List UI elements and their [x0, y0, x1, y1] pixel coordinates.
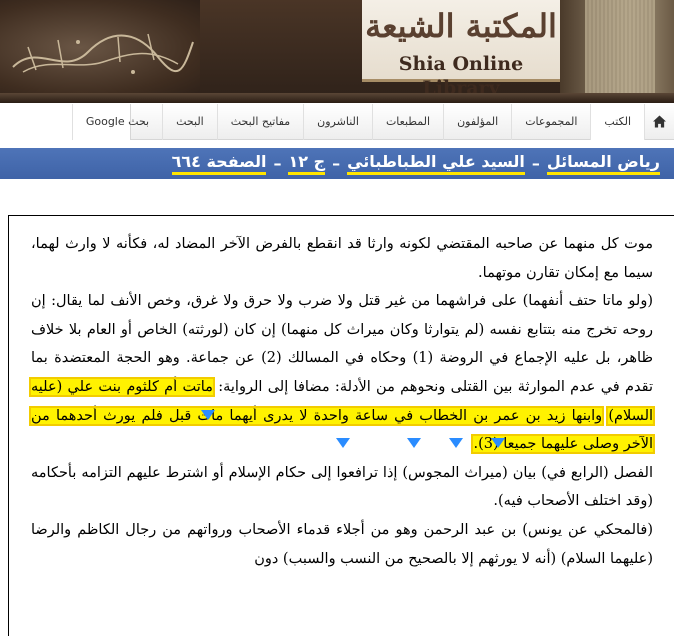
main-navigation: الكتب المجموعات المؤلفون المطبعات الناشر… [71, 103, 674, 140]
paragraph: الفصل (الرابع في) بيان (ميراث المجوس) إذ… [31, 464, 653, 510]
site-banner: المكتبة الشيعة Shia Online Library [0, 0, 674, 103]
title-separator: – [273, 154, 282, 173]
author-link[interactable]: السيد علي الطباطبائي [347, 152, 525, 175]
page-number-label: الصفحة ٦٦٤ [171, 152, 267, 175]
annotation-arrow-icon [407, 438, 421, 448]
nav-search-keys[interactable]: مفاتيح البحث [216, 103, 303, 140]
nav-publishers[interactable]: الناشرون [303, 103, 372, 140]
annotation-arrow-icon [201, 410, 215, 420]
site-logo[interactable]: المكتبة الشيعة Shia Online Library [362, 0, 560, 99]
logo-arabic: المكتبة الشيعة [365, 7, 557, 45]
title-separator: – [531, 154, 540, 173]
title-separator: – [332, 154, 341, 173]
nav-collections[interactable]: المجموعات [511, 103, 590, 140]
nav-home[interactable] [644, 103, 674, 140]
page-text: موت كل منهما عن صاحبه المقتضي لكونه وارث… [28, 230, 656, 573]
nav-printers[interactable]: المطبعات [371, 103, 443, 140]
book-title-bar: رياض المسائل – السيد علي الطباطبائي – ج … [0, 148, 674, 179]
book-page: موت كل منهما عن صاحبه المقتضي لكونه وارث… [8, 215, 674, 636]
nav-search[interactable]: البحث [162, 103, 217, 140]
paragraph: (ولو ماتا حتف أنفهما) على فراشهما من غير… [28, 287, 656, 459]
book-pages [585, 0, 655, 95]
nav-books[interactable]: الكتب [590, 103, 644, 140]
paragraph: (فالمحكي عن يونس) بن عبد الرحمن وهو من أ… [31, 521, 653, 567]
book-title-link[interactable]: رياض المسائل [546, 152, 660, 175]
paragraph: موت كل منهما عن صاحبه المقتضي لكونه وارث… [31, 236, 653, 281]
nav-authors[interactable]: المؤلفون [443, 103, 511, 140]
annotation-arrow-icon [336, 438, 350, 448]
banner-shelf [0, 93, 674, 103]
book-cover-right [560, 0, 674, 95]
home-icon [653, 115, 666, 128]
volume-label: ج ١٢ [288, 152, 326, 175]
bismillah-calligraphy-icon [12, 33, 194, 74]
annotation-arrow-icon [491, 438, 505, 448]
annotation-arrow-icon [449, 438, 463, 448]
nav-google-search[interactable]: بحث Google [71, 103, 162, 140]
